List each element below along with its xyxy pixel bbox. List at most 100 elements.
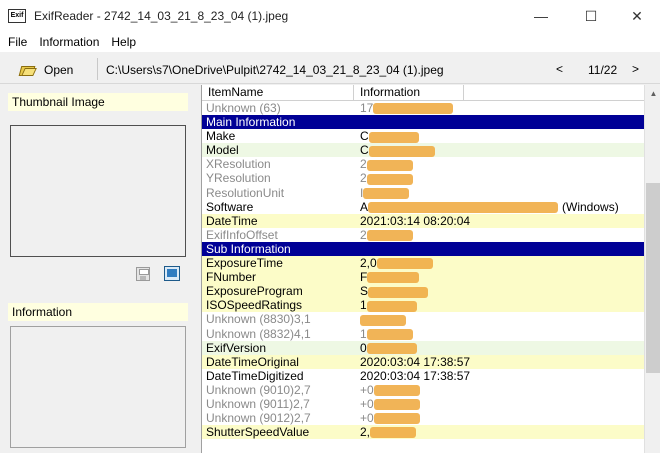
section-header-row[interactable]: Main Information [202,115,644,130]
item-value: 2,0 [360,256,377,271]
table-row[interactable]: Unknown (8832)4,1 1 [202,326,644,341]
table-row[interactable]: Unknown (9010)2,7 +0 [202,382,644,397]
item-value: 0 [360,340,367,355]
item-value: 2 [360,157,367,172]
table-row[interactable]: XResolution 2 [202,157,644,172]
item-information-cell: 2 [354,157,644,171]
redacted-value [376,258,433,270]
next-image-button[interactable]: > [632,62,639,76]
item-name: FNumber [206,270,257,285]
item-information-cell: +0 [354,383,644,397]
menu-information[interactable]: Information [33,35,105,49]
save-icon[interactable] [136,267,150,281]
column-header-information[interactable]: Information [354,85,464,101]
item-name: DateTime [206,213,258,228]
item-name: XResolution [206,157,271,172]
scroll-up-arrow-icon[interactable]: ▲ [645,85,660,102]
item-value: 2021:03:14 08:20:04 [360,213,471,228]
redacted-value [363,187,410,199]
maximize-button[interactable]: ☐ [568,0,614,32]
image-counter: 11/22 [588,63,618,77]
table-row[interactable]: Model C [202,143,644,158]
item-name: ISOSpeedRatings [206,298,303,313]
table-row[interactable]: Unknown (9012)2,7 +0 [202,411,644,426]
close-button[interactable]: ✕ [614,0,660,32]
table-row[interactable]: Software A (Windows) [202,199,644,214]
table-row[interactable]: ExposureTime 2,0 [202,256,644,271]
item-information-cell: +0 [354,411,644,425]
item-name: ShutterSpeedValue [206,425,310,440]
item-value: +0 [360,382,374,397]
table-row[interactable]: FNumber F [202,270,644,285]
item-information-cell: C [354,129,644,143]
section-header-row[interactable]: Sub Information [202,241,644,257]
table-row[interactable]: Unknown (63) 17 [202,101,644,116]
table-row[interactable]: Unknown (9011)2,7 +0 [202,396,644,412]
table-row[interactable]: ExposureProgram S [202,284,644,299]
item-information-cell: 1 [354,327,644,341]
item-value: 17 [360,101,374,115]
redacted-value [366,173,413,185]
item-name: Unknown (9012)2,7 [206,411,311,426]
redacted-value [368,145,435,157]
redacted-value [366,230,413,242]
item-information-cell: C [354,143,644,157]
information-header: Information [8,303,188,321]
table-row[interactable]: Make C [202,129,644,144]
redacted-value [370,427,417,439]
item-value: 2 [360,227,367,242]
menu-file[interactable]: File [2,35,33,49]
open-button[interactable]: Open [18,60,74,80]
table-row[interactable]: ExifVersion 0 [202,340,644,355]
item-name: Software [206,199,254,214]
table-row[interactable]: ISOSpeedRatings 1 [202,298,644,313]
item-value: 2020:03:04 17:38:57 [360,354,471,369]
scroll-thumb[interactable] [646,183,660,373]
exif-list: ItemName Information Unknown (63) 17 Main … [201,85,660,453]
table-row[interactable]: ResolutionUnit I [202,185,644,200]
item-name: Make [206,129,236,144]
redacted-value [373,385,420,397]
display-icon[interactable] [164,266,180,281]
title-bar: Exif ExifReader - 2742_14_03_21_8_23_04 … [0,0,660,32]
file-path: C:\Users\s7\OneDrive\Pulpit\2742_14_03_2… [106,63,444,77]
redacted-value [366,342,417,354]
list-rows: Unknown (63) 17 Main Information Make C Model… [202,101,644,440]
item-information-cell: I [354,186,644,200]
thumbnail-header: Thumbnail Image [8,93,188,111]
section-title: Main Information [206,115,296,130]
toolbar-divider [97,58,98,80]
redacted-value [368,201,559,213]
item-name: ExposureTime [206,256,283,271]
redacted-value [368,131,419,143]
item-value: 2020:03:04 17:38:57 [360,368,471,383]
table-row[interactable]: YResolution 2 [202,171,644,186]
item-name: Unknown (9011)2,7 [206,396,310,411]
item-value-suffix: (Windows) [562,199,619,214]
item-name: YResolution [206,171,271,186]
redacted-value [367,272,420,284]
table-row[interactable]: ExifInfoOffset 2 [202,227,644,242]
column-header-itemname[interactable]: ItemName [202,85,354,101]
item-name: DateTimeOriginal [206,354,299,369]
table-row[interactable]: ShutterSpeedValue 2, [202,425,644,440]
redacted-value [366,159,413,171]
redacted-value [368,286,429,298]
table-row[interactable]: Unknown (8830)3,1 [202,312,644,327]
table-row[interactable]: DateTimeDigitized 2020:03:04 17:38:57 [202,368,644,383]
item-information-cell: F [354,270,644,284]
item-value: 2, [360,425,371,440]
table-row[interactable]: DateTimeOriginal 2020:03:04 17:38:57 [202,354,644,369]
item-value: 1 [360,326,367,341]
table-row[interactable]: DateTime 2021:03:14 08:20:04 [202,213,644,228]
open-button-label: Open [44,63,74,77]
vertical-scrollbar[interactable]: ▲ [644,85,660,453]
item-value: C [360,129,369,144]
item-information-cell: 2, [354,425,644,439]
minimize-button[interactable]: — [518,0,564,32]
item-value: +0 [360,411,374,426]
menu-help[interactable]: Help [105,35,142,49]
previous-image-button[interactable]: < [556,62,563,76]
redacted-value [373,103,454,115]
item-name: ExifVersion [206,340,267,355]
